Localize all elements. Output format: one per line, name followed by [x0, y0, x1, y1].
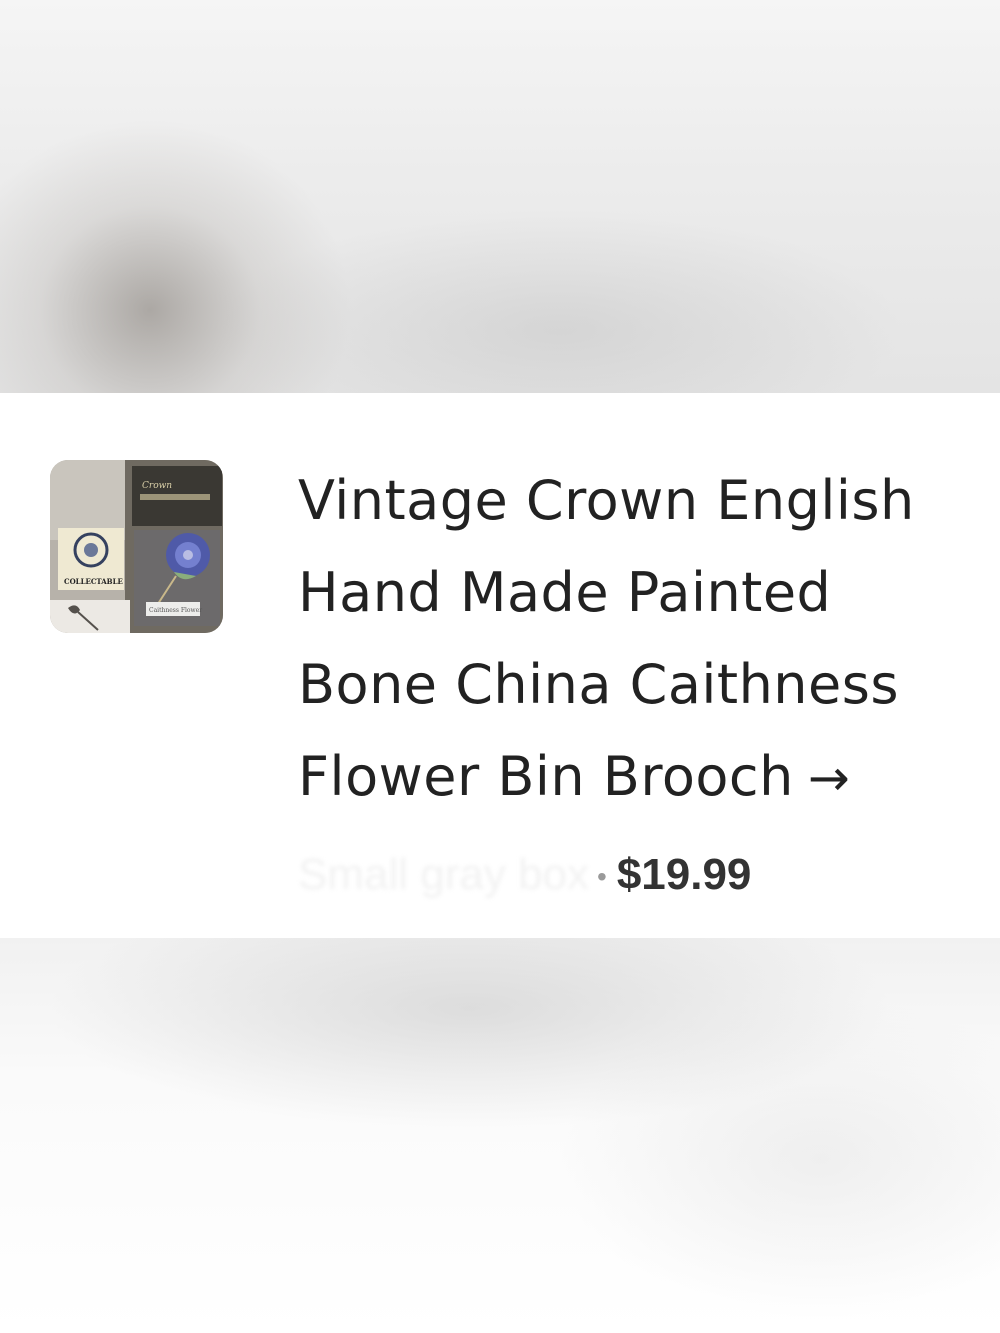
separator-dot: •: [597, 861, 607, 893]
arrow-right-icon: →: [807, 749, 851, 807]
svg-text:COLLECTABLE: COLLECTABLE: [64, 577, 123, 586]
listing-meta-row: Small gray box • $19.99: [298, 847, 978, 903]
svg-text:Crown: Crown: [142, 481, 172, 491]
product-thumbnail[interactable]: Crown Caithness Flower COLLECTABLE: [50, 460, 223, 633]
svg-text:Caithness Flower: Caithness Flower: [149, 607, 202, 614]
brooch-photo-icon: Crown Caithness Flower COLLECTABLE: [50, 460, 223, 633]
listing-title[interactable]: Vintage Crown English Hand Made Painted …: [298, 455, 988, 824]
listing-price: $19.99: [616, 850, 752, 899]
listing-card[interactable]: Crown Caithness Flower COLLECTABLE Vinta…: [0, 393, 1000, 938]
blurred-background-top: [0, 0, 1000, 393]
blurred-background-bottom: [0, 938, 1000, 1333]
listing-subtitle: Small gray box: [298, 850, 590, 899]
